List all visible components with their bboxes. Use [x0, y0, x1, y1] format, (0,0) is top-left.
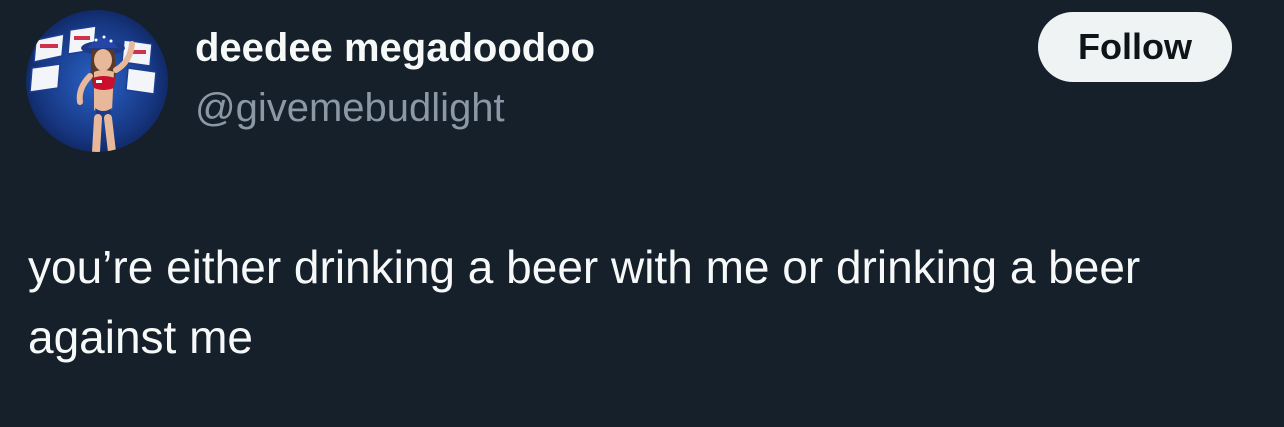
user-handle[interactable]: @givemebudlight	[195, 84, 505, 132]
follow-button[interactable]: Follow	[1038, 12, 1232, 82]
tweet-text: you’re either drinking a beer with me or…	[28, 241, 1141, 363]
avatar-image	[26, 10, 168, 152]
display-name[interactable]: deedee megadoodoo	[195, 24, 595, 72]
avatar[interactable]	[26, 10, 168, 152]
tweet-card: deedee megadoodoo @givemebudlight Follow…	[0, 0, 1284, 427]
